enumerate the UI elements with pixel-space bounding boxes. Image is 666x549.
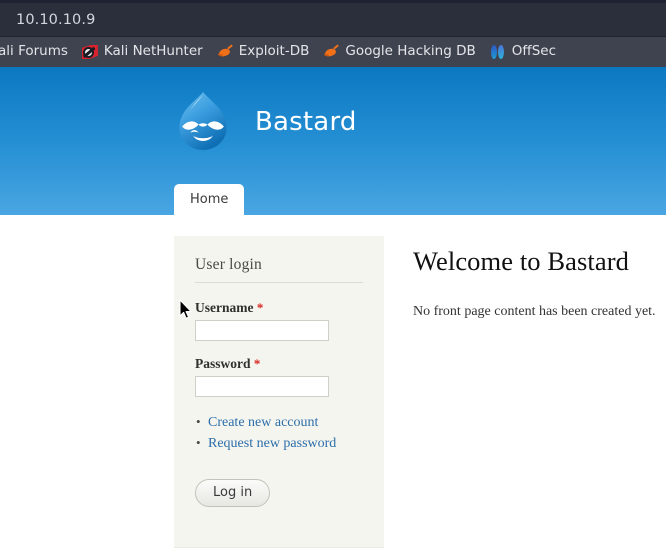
- bookmark-label: ali Forums: [0, 43, 68, 60]
- sidebar-first: User login Username * Password * • Creat…: [174, 236, 384, 548]
- password-label-text: Password: [195, 356, 251, 371]
- username-form-item: Username *: [195, 300, 363, 341]
- required-marker: *: [253, 356, 261, 371]
- username-label: Username *: [195, 300, 363, 316]
- username-input[interactable]: [195, 320, 329, 341]
- user-login-block: User login Username * Password * • Creat…: [174, 236, 384, 507]
- content-area: User login Username * Password * • Creat…: [0, 215, 666, 549]
- password-label: Password *: [195, 356, 363, 372]
- site-header: Bastard Home: [0, 67, 666, 215]
- list-item: Request new password: [196, 432, 363, 454]
- offsec-icon: [490, 44, 506, 60]
- bookmark-offsec[interactable]: OffSec: [483, 37, 563, 67]
- password-form-item: Password *: [195, 356, 363, 397]
- main-content: Welcome to Bastard No front page content…: [413, 236, 666, 334]
- bookmark-google-hacking-db[interactable]: Google Hacking DB: [316, 37, 482, 67]
- google-hacking-db-icon: [323, 44, 340, 60]
- bookmark-kali-nethunter[interactable]: Kali NetHunter: [75, 37, 210, 67]
- list-item: Create new account: [196, 411, 363, 433]
- divider: [195, 282, 363, 283]
- no-content-message: No front page content has been created y…: [413, 303, 656, 319]
- login-links: Create new account Request new password: [195, 411, 363, 454]
- bookmark-kali-forums[interactable]: ali Forums: [0, 37, 75, 67]
- page-title: Welcome to Bastard: [413, 246, 630, 276]
- create-new-account-link[interactable]: Create new account: [208, 415, 318, 430]
- exploit-db-icon: [217, 44, 233, 60]
- password-input[interactable]: [195, 376, 329, 397]
- drupal-droplet-logo[interactable]: [174, 90, 232, 152]
- url-text[interactable]: 10.10.10.9: [0, 12, 95, 28]
- required-marker: *: [256, 300, 264, 315]
- bookmark-label: Google Hacking DB: [345, 43, 476, 60]
- browser-chrome: 10.10.10.9 ali Forums Kali NetHunter Exp…: [0, 0, 666, 68]
- log-in-button[interactable]: Log in: [195, 479, 271, 507]
- bookmarks-bar: ali Forums Kali NetHunter Exploit-DB Goo…: [0, 37, 666, 68]
- request-new-password-link[interactable]: Request new password: [208, 436, 336, 451]
- nav-tab-label: Home: [190, 192, 229, 208]
- site-name[interactable]: Bastard: [255, 109, 357, 135]
- username-label-text: Username: [195, 300, 254, 315]
- bookmark-exploit-db[interactable]: Exploit-DB: [210, 37, 317, 67]
- user-login-title: User login: [195, 256, 263, 273]
- bookmark-label: OffSec: [511, 43, 556, 60]
- address-bar[interactable]: 10.10.10.9: [0, 3, 666, 37]
- primary-navigation: Home: [174, 184, 245, 215]
- web-page: Bastard Home User login Username * Passw…: [0, 67, 666, 549]
- kali-nethunter-icon: [81, 44, 98, 60]
- nav-tab-home[interactable]: Home: [174, 184, 245, 215]
- bookmark-label: Kali NetHunter: [103, 43, 203, 60]
- site-branding[interactable]: Bastard: [174, 90, 357, 152]
- bookmark-label: Exploit-DB: [238, 43, 310, 60]
